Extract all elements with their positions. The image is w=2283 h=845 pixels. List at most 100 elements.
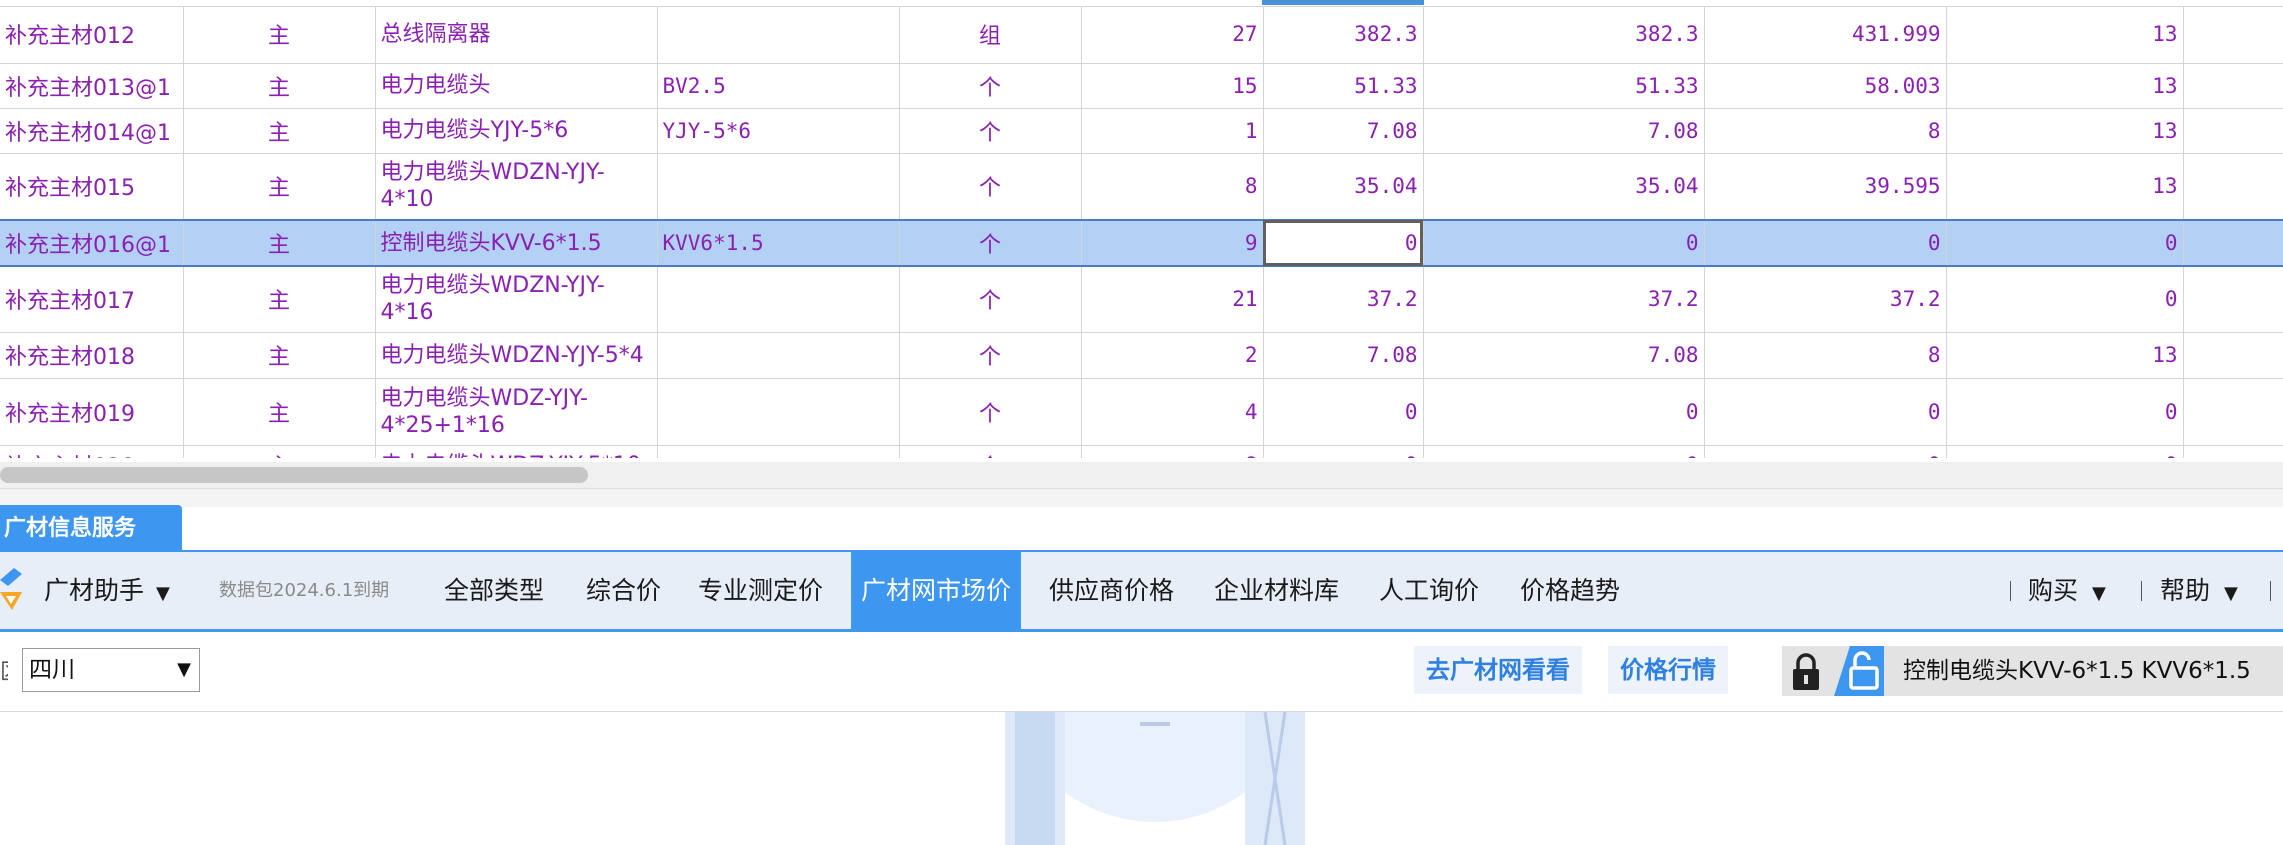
material-code-cell[interactable]: 补充主材015 — [0, 153, 184, 221]
material-name-cell[interactable]: 总线隔离器 — [375, 6, 658, 64]
material-unit-cell[interactable]: 个 — [899, 219, 1082, 267]
material-tax-rate-cell[interactable]: 13 — [1946, 6, 2184, 64]
material-price-incl-tax-cell[interactable]: 0 — [1704, 378, 1947, 446]
material-name-cell[interactable]: 电力电缆头WDZ-YJY-4*25+1*16 — [375, 378, 658, 446]
scrollbar-thumb[interactable] — [0, 467, 588, 483]
table-row[interactable]: 补充主材017 主电力电缆头WDZN-YJY-4*16 个 21 37.2 37.2 37.… — [0, 266, 2283, 333]
material-price-cell[interactable]: 51.33 — [1263, 63, 1424, 109]
material-kind-cell[interactable]: 主 — [183, 332, 376, 379]
material-price-incl-tax-cell[interactable]: 37.2 — [1704, 266, 1947, 333]
table-row[interactable]: 补充主材019 主电力电缆头WDZ-YJY-4*25+1*16 个 4 0 0 0 0 — [0, 378, 2283, 446]
table-row[interactable]: 补充主材014@1 主电力电缆头YJY-5*6 YJY-5*6 个 1 7.08 7.08 8… — [0, 108, 2283, 154]
material-code-cell[interactable]: 补充主材013@1 — [0, 63, 184, 109]
nav-enterprise-library[interactable]: 企业材料库 — [1214, 552, 1339, 629]
material-price-cell[interactable]: 7.08 — [1263, 108, 1424, 154]
material-kind-cell[interactable]: 主 — [183, 219, 376, 267]
table-row[interactable]: 补充主材012 主总线隔离器组 27 382.3 382.3 431.999 13 — [0, 6, 2283, 64]
table-row[interactable]: 补充主材013@1 主电力电缆头 BV2.5 个 15 51.33 51.33 58.003 1… — [0, 63, 2283, 109]
material-kind-cell[interactable]: 主 — [183, 378, 376, 446]
material-price-cell[interactable]: 0 — [1263, 219, 1424, 267]
nav-professional-price[interactable]: 专业测定价 — [698, 552, 823, 629]
material-price-incl-tax-cell[interactable]: 58.003 — [1704, 63, 1947, 109]
material-spec-cell[interactable]: YJY-5*6 — [657, 108, 900, 154]
panel-splitter[interactable] — [0, 488, 2283, 507]
material-unit-cell[interactable]: 组 — [899, 6, 1082, 64]
material-name-cell[interactable]: 电力电缆头WDZ-YJY-5*10 — [375, 445, 658, 458]
material-spec-cell[interactable] — [657, 6, 900, 64]
material-tax-rate-cell[interactable]: 0 — [1946, 219, 2184, 267]
material-unit-cell[interactable]: 个 — [899, 108, 1082, 154]
material-price-cell[interactable]: 37.2 — [1263, 266, 1424, 333]
material-quantity-cell[interactable]: 1 — [1081, 108, 1264, 154]
nav-price-trend[interactable]: 价格趋势 — [1520, 552, 1620, 629]
nav-supplier-price[interactable]: 供应商价格 — [1049, 552, 1174, 629]
material-price-excl-tax-cell[interactable]: 35.04 — [1423, 153, 1705, 221]
material-spec-cell[interactable]: BV2.5 — [657, 63, 900, 109]
material-name-cell[interactable]: 电力电缆头WDZN-YJY-5*4 — [375, 332, 658, 379]
material-tax-rate-cell[interactable]: 13 — [1946, 332, 2184, 379]
material-quantity-cell[interactable]: 27 — [1081, 6, 1264, 64]
material-code-cell[interactable]: 补充主材017 — [0, 266, 184, 333]
table-row[interactable]: 补充主材020主电力电缆头WDZ-YJY-5*10个80000 — [0, 445, 2283, 458]
material-kind-cell[interactable]: 主 — [183, 6, 376, 64]
material-price-excl-tax-cell[interactable]: 7.08 — [1423, 332, 1705, 379]
region-select[interactable]: 四川 ▼ — [22, 648, 200, 692]
material-unit-cell[interactable]: 个 — [899, 266, 1082, 333]
material-kind-cell[interactable]: 主 — [183, 108, 376, 154]
material-code-cell[interactable]: 补充主材018 — [0, 332, 184, 379]
material-kind-cell[interactable]: 主 — [183, 63, 376, 109]
material-spec-cell[interactable] — [657, 445, 900, 458]
material-kind-cell[interactable]: 主 — [183, 266, 376, 333]
material-spec-cell[interactable] — [657, 378, 900, 446]
price-market-button[interactable]: 价格行情 — [1608, 646, 1728, 694]
material-quantity-cell[interactable]: 9 — [1081, 219, 1264, 267]
material-price-incl-tax-cell[interactable]: 0 — [1704, 219, 1947, 267]
material-name-cell[interactable]: 电力电缆头WDZN-YJY-4*16 — [375, 266, 658, 333]
material-code-cell[interactable]: 补充主材014@1 — [0, 108, 184, 154]
material-price-incl-tax-cell[interactable]: 39.595 — [1704, 153, 1947, 221]
material-spec-cell[interactable] — [657, 332, 900, 379]
material-price-cell[interactable]: 35.04 — [1263, 153, 1424, 221]
material-quantity-cell[interactable]: 8 — [1081, 153, 1264, 221]
material-unit-cell[interactable]: 个 — [899, 378, 1082, 446]
nav-composite-price[interactable]: 综合价 — [586, 552, 661, 629]
material-code-cell[interactable]: 补充主材020 — [0, 445, 184, 458]
material-quantity-cell[interactable]: 15 — [1081, 63, 1264, 109]
material-price-cell[interactable]: 7.08 — [1263, 332, 1424, 379]
help-menu[interactable]: 帮助 ▼ — [2160, 552, 2238, 629]
nav-market-price[interactable]: 广材网市场价 — [851, 552, 1022, 629]
material-code-cell[interactable]: 补充主材019 — [0, 378, 184, 446]
material-price-incl-tax-cell[interactable]: 431.999 — [1704, 6, 1947, 64]
material-price-excl-tax-cell[interactable]: 0 — [1423, 445, 1705, 458]
material-unit-cell[interactable]: 个 — [899, 332, 1082, 379]
material-spec-cell[interactable]: KVV6*1.5 — [657, 219, 900, 267]
assistant-menu[interactable]: 广材助手 ▼ — [44, 552, 170, 629]
material-quantity-cell[interactable]: 4 — [1081, 378, 1264, 446]
table-row[interactable]: 补充主材015 主电力电缆头WDZN-YJY-4*10 个 8 35.04 35.04 39… — [0, 153, 2283, 221]
material-spec-cell[interactable] — [657, 153, 900, 221]
material-code-cell[interactable]: 补充主材016@1 — [0, 219, 184, 267]
material-name-cell[interactable]: 电力电缆头WDZN-YJY-4*10 — [375, 153, 658, 221]
material-price-cell[interactable]: 0 — [1263, 445, 1424, 458]
material-price-excl-tax-cell[interactable]: 382.3 — [1423, 6, 1705, 64]
material-kind-cell[interactable]: 主 — [183, 445, 376, 458]
material-unit-cell[interactable]: 个 — [899, 153, 1082, 221]
material-name-cell[interactable]: 控制电缆头KVV-6*1.5 — [375, 219, 658, 267]
nav-all-types[interactable]: 全部类型 — [444, 552, 544, 629]
material-tax-rate-cell[interactable]: 13 — [1946, 108, 2184, 154]
horizontal-scrollbar[interactable] — [0, 462, 2283, 488]
goto-guangcai-button[interactable]: 去广材网看看 — [1414, 646, 1582, 694]
material-tax-rate-cell[interactable]: 0 — [1946, 445, 2184, 458]
lock-icon[interactable] — [1790, 652, 1822, 692]
material-price-excl-tax-cell[interactable]: 37.2 — [1423, 266, 1705, 333]
table-row[interactable]: 补充主材018 主电力电缆头WDZN-YJY-5*4 个 2 7.08 7.08 8 13 — [0, 332, 2283, 379]
material-tax-rate-cell[interactable]: 13 — [1946, 63, 2184, 109]
material-tax-rate-cell[interactable]: 13 — [1946, 153, 2184, 221]
material-quantity-cell[interactable]: 21 — [1081, 266, 1264, 333]
table-row[interactable]: 补充主材016@1 主控制电缆头KVV-6*1.5 KVV6*1.5 个 9 0 0 0 0 — [0, 219, 2283, 267]
material-price-excl-tax-cell[interactable]: 51.33 — [1423, 63, 1705, 109]
material-spec-cell[interactable] — [657, 266, 900, 333]
material-price-excl-tax-cell[interactable]: 0 — [1423, 378, 1705, 446]
material-kind-cell[interactable]: 主 — [183, 153, 376, 221]
material-price-incl-tax-cell[interactable]: 8 — [1704, 332, 1947, 379]
